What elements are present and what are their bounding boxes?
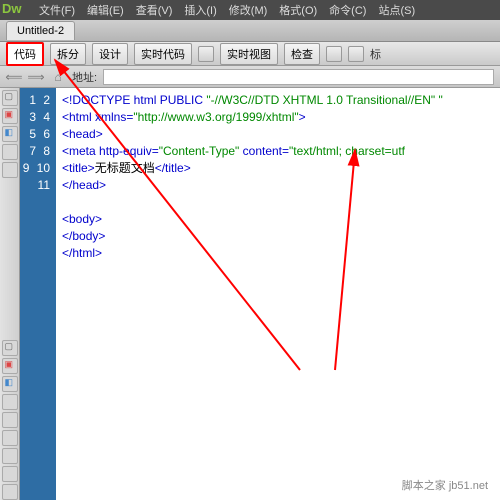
- menu-modify[interactable]: 修改(M): [225, 2, 272, 18]
- code-tool-panel: [0, 88, 20, 500]
- nav-back-icon[interactable]: ⟸: [6, 69, 22, 85]
- address-input[interactable]: [103, 69, 494, 85]
- design-view-button[interactable]: 设计: [92, 43, 128, 65]
- toolbar-label-right: 标: [370, 46, 381, 62]
- tool-icon[interactable]: [2, 358, 18, 374]
- menu-site[interactable]: 站点(S): [374, 2, 419, 18]
- tool-icon[interactable]: [2, 144, 18, 160]
- tool-icon[interactable]: [2, 412, 18, 428]
- tool-icon[interactable]: [2, 466, 18, 482]
- tool-icon[interactable]: [2, 448, 18, 464]
- menu-edit[interactable]: 编辑(E): [83, 2, 128, 18]
- menu-format[interactable]: 格式(O): [275, 2, 321, 18]
- toolbar-icon-2[interactable]: [326, 46, 342, 62]
- view-toolbar: 代码 拆分 设计 实时代码 实时视图 检查 标: [0, 42, 500, 66]
- menu-view[interactable]: 查看(V): [132, 2, 177, 18]
- split-view-button[interactable]: 拆分: [50, 43, 86, 65]
- app-logo: Dw: [2, 1, 22, 16]
- tool-icon[interactable]: [2, 162, 18, 178]
- document-tab-bar: Untitled-2: [0, 20, 500, 42]
- tool-icon[interactable]: [2, 430, 18, 446]
- tool-icon[interactable]: [2, 340, 18, 356]
- address-label: 地址:: [72, 69, 97, 85]
- code-view-button[interactable]: 代码: [6, 42, 44, 66]
- tool-icon[interactable]: [2, 394, 18, 410]
- document-tab[interactable]: Untitled-2: [6, 21, 75, 40]
- nav-forward-icon[interactable]: ⟹: [28, 69, 44, 85]
- live-code-button[interactable]: 实时代码: [134, 43, 192, 65]
- tool-icon[interactable]: [2, 376, 18, 392]
- menu-bar: 文件(F) 编辑(E) 查看(V) 插入(I) 修改(M) 格式(O) 命令(C…: [0, 0, 500, 20]
- menu-insert[interactable]: 插入(I): [180, 2, 220, 18]
- toolbar-icon-3[interactable]: [348, 46, 364, 62]
- main-area: 1 2 3 4 5 6 7 8 9 10 11 <!DOCTYPE html P…: [0, 88, 500, 500]
- inspect-button[interactable]: 检查: [284, 43, 320, 65]
- toolbar-icon-1[interactable]: [198, 46, 214, 62]
- tool-icon[interactable]: [2, 126, 18, 142]
- nav-home-icon[interactable]: ⌂: [50, 69, 66, 85]
- tool-icon[interactable]: [2, 484, 18, 500]
- code-editor[interactable]: <!DOCTYPE html PUBLIC "-//W3C//DTD XHTML…: [56, 88, 500, 500]
- live-view-button[interactable]: 实时视图: [220, 43, 278, 65]
- tool-icon[interactable]: [2, 90, 18, 106]
- menu-command[interactable]: 命令(C): [325, 2, 370, 18]
- line-number-gutter: 1 2 3 4 5 6 7 8 9 10 11: [20, 88, 56, 500]
- address-bar: ⟸ ⟹ ⌂ 地址:: [0, 66, 500, 88]
- tool-icon[interactable]: [2, 108, 18, 124]
- watermark: 脚本之家 jb51.net: [398, 476, 492, 494]
- menu-file[interactable]: 文件(F): [35, 2, 79, 18]
